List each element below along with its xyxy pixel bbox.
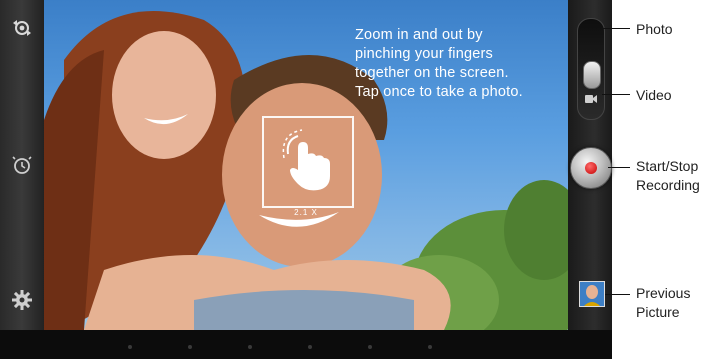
tap-gesture-icon: [282, 129, 330, 191]
timer-icon[interactable]: [8, 151, 36, 179]
hint-line-2: pinching your fingers: [355, 46, 493, 62]
zoom-hint-text: Zoom in and out by pinching your fingers…: [355, 26, 560, 102]
video-mode-icon[interactable]: [585, 90, 597, 108]
hint-line-4: Tap once to take a photo.: [355, 84, 523, 100]
hint-line-3: together on the screen.: [355, 65, 509, 81]
callout-start-stop-line1: Start/Stop: [636, 158, 699, 174]
left-control-strip: [0, 0, 44, 330]
nav-dot: [428, 345, 432, 349]
record-button-icon: [585, 162, 597, 174]
callout-photo: Photo: [636, 21, 673, 37]
settings-gear-icon[interactable]: [8, 286, 36, 314]
hint-line-1: Zoom in and out by: [355, 27, 483, 43]
nav-dot: [248, 345, 252, 349]
mode-toggle-knob[interactable]: [583, 61, 601, 89]
zoom-level-label: 2.1 X: [294, 208, 318, 217]
callout-line-photo: [602, 28, 630, 29]
nav-dot: [128, 345, 132, 349]
focus-frame: [262, 116, 354, 208]
callout-start-stop-line2: Recording: [636, 177, 700, 193]
callout-line-previous: [605, 294, 630, 295]
previous-picture-thumbnail[interactable]: [579, 281, 605, 307]
nav-dot: [308, 345, 312, 349]
callout-line-record: [608, 167, 630, 168]
record-button[interactable]: [570, 147, 612, 189]
callout-video: Video: [636, 87, 672, 103]
callout-previous-line2: Picture: [636, 304, 680, 320]
callout-previous-line1: Previous: [636, 285, 691, 301]
callout-line-video: [602, 94, 630, 95]
bottom-bezel: [0, 330, 612, 359]
nav-dot: [368, 345, 372, 349]
nav-dot: [188, 345, 192, 349]
camera-switch-icon[interactable]: [8, 14, 36, 42]
